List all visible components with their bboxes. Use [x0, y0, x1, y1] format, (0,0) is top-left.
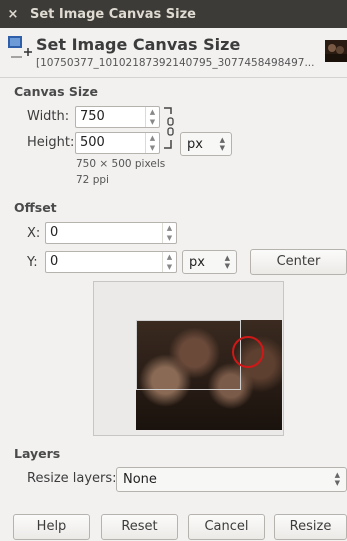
- height-input[interactable]: 500 ▲ ▼: [75, 132, 160, 154]
- cancel-button[interactable]: Cancel: [188, 514, 265, 540]
- offset-unit-select[interactable]: px ▲ ▼: [182, 250, 237, 274]
- canvas-unit-value: px: [187, 137, 203, 152]
- window-title: Set Image Canvas Size: [30, 6, 197, 22]
- height-value: 500: [80, 135, 105, 150]
- spin-arrows-icon[interactable]: ▲ ▼: [145, 107, 159, 127]
- resize-layers-select[interactable]: None ▲ ▼: [116, 467, 347, 492]
- width-value: 750: [80, 109, 105, 124]
- image-name: [10750377_10102187392140795_307745849849…: [36, 57, 315, 69]
- y-offset-label: Y:: [27, 255, 38, 270]
- close-icon[interactable]: ×: [0, 7, 26, 22]
- spin-arrows-icon[interactable]: ▲ ▼: [162, 252, 176, 272]
- resize-layers-value: None: [123, 472, 157, 487]
- layers-heading: Layers: [14, 446, 61, 461]
- title-bar: × Set Image Canvas Size: [0, 0, 347, 28]
- dialog-title: Set Image Canvas Size: [36, 35, 241, 54]
- spin-arrows-icon[interactable]: ▲ ▼: [162, 223, 176, 243]
- chevron-updown-icon: ▲ ▼: [224, 254, 230, 270]
- help-button[interactable]: Help: [13, 514, 90, 540]
- canvas-frame[interactable]: [136, 320, 241, 390]
- center-button[interactable]: Center: [250, 249, 347, 275]
- canvas-unit-select[interactable]: px ▲ ▼: [180, 132, 232, 156]
- x-offset-input[interactable]: 0 ▲ ▼: [45, 222, 177, 244]
- pixel-size-info: 750 × 500 pixels: [76, 158, 166, 170]
- chevron-updown-icon: ▲ ▼: [334, 471, 340, 487]
- resize-button[interactable]: Resize: [274, 514, 347, 540]
- height-label: Height:: [27, 135, 75, 150]
- x-offset-value: 0: [50, 225, 59, 240]
- reset-button[interactable]: Reset: [101, 514, 178, 540]
- resize-layers-label: Resize layers:: [27, 471, 117, 486]
- dialog-header: Set Image Canvas Size [10750377_10102187…: [0, 28, 347, 76]
- image-thumbnail-icon: [325, 40, 347, 62]
- offset-heading: Offset: [14, 200, 57, 215]
- resolution-info: 72 ppi: [76, 174, 109, 186]
- chain-icon[interactable]: [162, 104, 176, 154]
- chevron-updown-icon: ▲ ▼: [219, 136, 225, 152]
- y-offset-value: 0: [50, 254, 59, 269]
- header-separator: [0, 77, 347, 78]
- offset-preview[interactable]: [93, 281, 284, 436]
- width-label: Width:: [27, 109, 70, 124]
- offset-unit-value: px: [189, 255, 205, 270]
- highlight-circle: [232, 336, 264, 368]
- x-offset-label: X:: [27, 226, 41, 241]
- width-input[interactable]: 750 ▲ ▼: [75, 106, 160, 128]
- y-offset-input[interactable]: 0 ▲ ▼: [45, 251, 177, 273]
- spin-arrows-icon[interactable]: ▲ ▼: [145, 133, 159, 153]
- canvas-size-heading: Canvas Size: [14, 84, 98, 99]
- canvas-size-icon: [8, 36, 32, 58]
